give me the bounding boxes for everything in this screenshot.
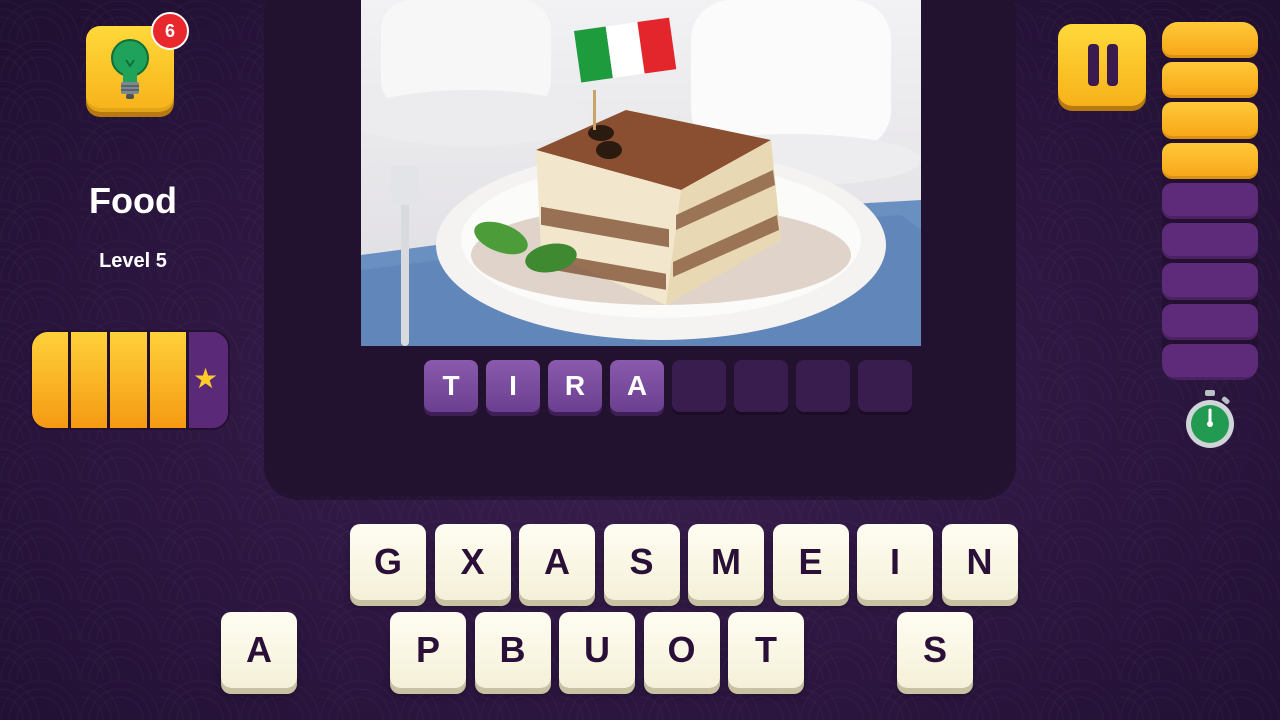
hint-count-badge: 6 [151,12,189,50]
letter-tile[interactable]: B [474,612,551,688]
level-progress-segment [71,332,111,428]
answer-slot[interactable] [796,360,850,412]
puzzle-photo [361,0,921,346]
pause-button[interactable] [1058,24,1146,106]
letter-tile[interactable]: O [643,612,720,688]
timer-segment [1162,22,1258,59]
letter-tile[interactable]: A [221,612,297,688]
timer-segment [1162,62,1258,99]
letter-tile[interactable]: N [941,524,1018,600]
timer-bar [1162,22,1258,380]
letter-tile[interactable]: M [688,524,764,600]
category-title: Food [89,180,177,221]
timer-segment [1162,182,1258,220]
timer-segment [1162,102,1258,139]
letter-tile[interactable]: G [350,524,426,600]
timer-segment [1162,343,1258,380]
answer-slot[interactable] [734,360,788,412]
letter-tile[interactable]: X [434,524,511,600]
level-progress-segment [110,332,150,428]
letter-tile[interactable]: A [519,524,595,600]
level-progress-segment [32,332,72,428]
level-label: Level 5 [99,250,167,272]
stopwatch-icon [1186,390,1234,448]
answer-slot[interactable] [858,360,912,412]
letter-tile[interactable]: E [772,524,849,600]
answer-slot[interactable]: A [610,360,664,412]
answer-slots: TIRA [424,360,912,412]
letter-tile[interactable]: U [559,612,635,688]
lightbulb-icon [111,39,149,99]
letter-tile[interactable]: T [728,612,804,688]
timer-segment [1162,303,1258,340]
timer-segment [1162,142,1258,179]
answer-slot[interactable]: I [486,360,540,412]
letter-tile[interactable]: S [603,524,680,600]
level-progress-segment [149,332,189,428]
letter-tile[interactable]: I [857,524,933,600]
letter-tile[interactable]: S [897,612,973,688]
star-icon: ★ [193,363,219,394]
answer-slot[interactable]: R [548,360,602,412]
timer-segment [1162,263,1258,300]
timer-segment [1162,223,1258,260]
answer-slot[interactable]: T [424,360,478,412]
answer-slot[interactable] [672,360,726,412]
letter-tile[interactable]: P [390,612,466,688]
